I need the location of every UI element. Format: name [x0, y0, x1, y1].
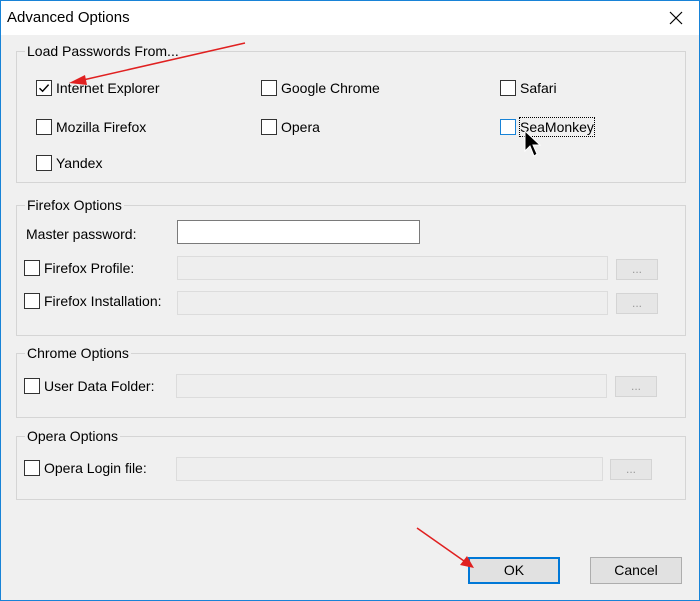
mozilla-firefox-label: Mozilla Firefox [56, 119, 147, 135]
mozilla-firefox-checkbox[interactable]: Mozilla Firefox [36, 117, 146, 137]
user-data-folder-browse-button: ... [615, 376, 657, 397]
safari-checkbox[interactable]: Safari [500, 78, 557, 98]
yandex-checkbox[interactable]: Yandex [36, 153, 102, 173]
master-password-input[interactable] [178, 221, 419, 243]
opera-login-file-field [176, 457, 603, 481]
master-password-label: Master password: [26, 226, 137, 242]
checkbox-box [36, 155, 52, 171]
checkbox-box [24, 260, 40, 276]
master-password-field[interactable] [177, 220, 420, 244]
yandex-label: Yandex [56, 155, 103, 171]
user-data-folder-input [177, 375, 606, 397]
annotation-arrow-ok [416, 527, 474, 568]
checkbox-box [261, 119, 277, 135]
checkbox-box [500, 80, 516, 96]
close-button[interactable] [653, 1, 699, 35]
firefox-profile-checkbox[interactable]: Firefox Profile: [24, 258, 134, 278]
user-data-folder-field [176, 374, 607, 398]
checkbox-box [261, 80, 277, 96]
firefox-installation-input [178, 292, 607, 314]
firefox-installation-checkbox[interactable]: Firefox Installation: [24, 291, 162, 311]
firefox-installation-field [177, 291, 608, 315]
opera-options-legend: Opera Options [25, 427, 121, 445]
load-passwords-legend: Load Passwords From... [25, 42, 181, 60]
firefox-options-legend: Firefox Options [25, 196, 124, 214]
checkbox-box [24, 293, 40, 309]
opera-login-file-checkbox[interactable]: Opera Login file: [24, 458, 147, 478]
seamonkey-label: SeaMonkey [519, 117, 595, 137]
firefox-profile-field [177, 256, 608, 280]
cancel-button[interactable]: Cancel [590, 557, 682, 584]
opera-checkbox[interactable]: Opera [261, 117, 320, 137]
google-chrome-checkbox[interactable]: Google Chrome [261, 78, 380, 98]
checkbox-box [500, 119, 516, 135]
opera-options-group: Opera Options Opera Login file: ... [16, 427, 686, 500]
internet-explorer-checkbox[interactable]: Internet Explorer [36, 78, 160, 98]
advanced-options-dialog: Advanced Options Load Passwords From... … [0, 0, 700, 601]
window-title: Advanced Options [7, 9, 130, 26]
opera-login-file-browse-button: ... [610, 459, 652, 480]
close-icon [669, 11, 683, 25]
checkmark-icon [39, 84, 50, 93]
checkbox-box [24, 378, 40, 394]
checkbox-box [36, 80, 52, 96]
firefox-profile-browse-button: ... [616, 259, 658, 280]
firefox-installation-label: Firefox Installation: [44, 293, 162, 309]
google-chrome-label: Google Chrome [281, 80, 380, 96]
opera-login-file-input [177, 458, 602, 480]
safari-label: Safari [520, 80, 557, 96]
seamonkey-checkbox[interactable]: SeaMonkey [500, 117, 595, 137]
firefox-options-group: Firefox Options Master password: Firefox… [16, 196, 686, 336]
firefox-installation-browse-button: ... [616, 293, 658, 314]
chrome-options-group: Chrome Options User Data Folder: ... [16, 344, 686, 418]
firefox-profile-input [178, 257, 607, 279]
opera-label: Opera [281, 119, 320, 135]
ok-button[interactable]: OK [468, 557, 560, 584]
firefox-profile-label: Firefox Profile: [44, 260, 135, 276]
user-data-folder-checkbox[interactable]: User Data Folder: [24, 376, 154, 396]
user-data-folder-label: User Data Folder: [44, 378, 155, 394]
internet-explorer-label: Internet Explorer [56, 80, 160, 96]
checkbox-box [36, 119, 52, 135]
title-bar: Advanced Options [1, 1, 699, 35]
opera-login-file-label: Opera Login file: [44, 460, 147, 476]
checkbox-box [24, 460, 40, 476]
chrome-options-legend: Chrome Options [25, 344, 131, 362]
load-passwords-group: Load Passwords From... Internet Explorer… [16, 42, 686, 183]
